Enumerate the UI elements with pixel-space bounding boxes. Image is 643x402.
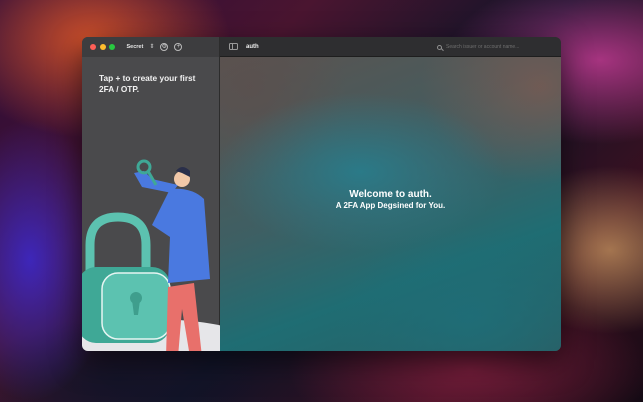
zoom-button[interactable]: [109, 44, 115, 50]
main-toolbar: auth: [220, 37, 561, 57]
welcome-title: Welcome to auth.: [349, 188, 432, 200]
sidebar-toolbar: Secret ⇕ ⚙ +: [82, 37, 219, 57]
main-pane: auth Welcome to auth. A 2FA App Degsined…: [220, 37, 561, 351]
search-field[interactable]: [433, 41, 553, 53]
empty-state-illustration: [82, 159, 220, 351]
sidebar: Secret ⇕ ⚙ + Tap + to create your first …: [82, 37, 220, 351]
empty-state-hint: Tap + to create your first 2FA / OTP.: [99, 73, 196, 94]
plus-circle-icon[interactable]: +: [174, 43, 183, 51]
close-button[interactable]: [90, 44, 96, 50]
sidebar-toggle-icon[interactable]: [229, 43, 238, 50]
vault-selector[interactable]: Secret ⇕: [127, 44, 155, 50]
window-title: auth: [246, 43, 259, 50]
person-torso: [152, 188, 210, 283]
chevron-up-down-icon: ⇕: [149, 44, 155, 50]
welcome-panel: Welcome to auth. A 2FA App Degsined for …: [220, 57, 561, 351]
search-input[interactable]: [446, 44, 546, 50]
settings-icon[interactable]: ⚙: [160, 43, 169, 51]
search-icon: [437, 44, 442, 50]
vault-name: Secret: [126, 44, 144, 50]
app-window: Secret ⇕ ⚙ + Tap + to create your first …: [82, 37, 561, 351]
welcome-subtitle: A 2FA App Degsined for You.: [335, 200, 446, 210]
minimize-button[interactable]: [99, 44, 106, 50]
